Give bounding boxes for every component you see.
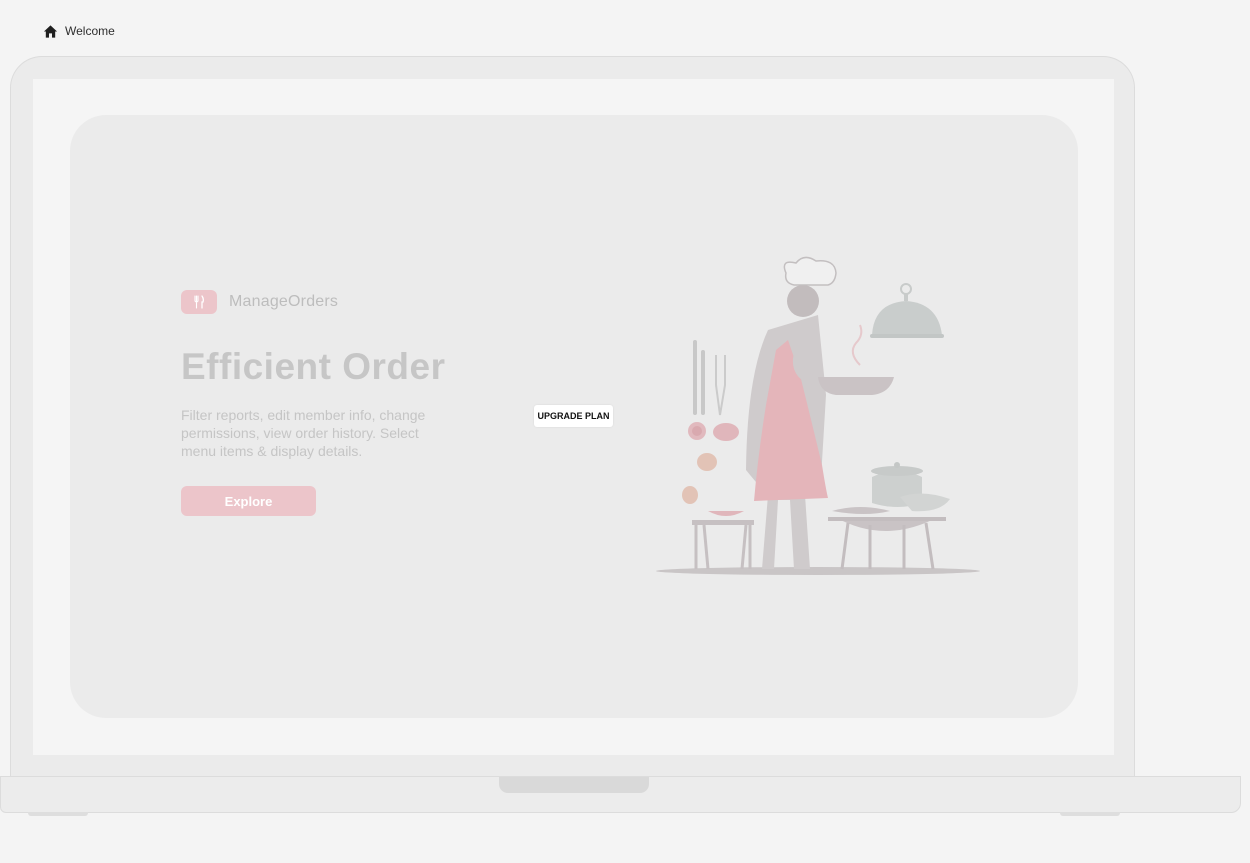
home-icon [43,24,58,38]
utensils-icon [181,290,217,314]
breadcrumb-label[interactable]: Welcome [65,24,115,38]
laptop-foot-left [28,812,88,816]
laptop-notch [499,777,649,793]
explore-button[interactable]: Explore [181,486,316,516]
hero-title: Efficient Order [181,346,446,387]
chef-cooking-illustration [656,256,980,575]
upgrade-plan-button[interactable]: UPGRADE PLAN [534,405,613,427]
hero-description: Filter reports, edit member info, change… [181,407,426,459]
brand-name: ManageOrders [229,293,339,310]
laptop-foot-right [1060,812,1120,816]
breadcrumb[interactable]: Welcome [43,22,115,40]
brand: ManageOrders [181,290,338,314]
